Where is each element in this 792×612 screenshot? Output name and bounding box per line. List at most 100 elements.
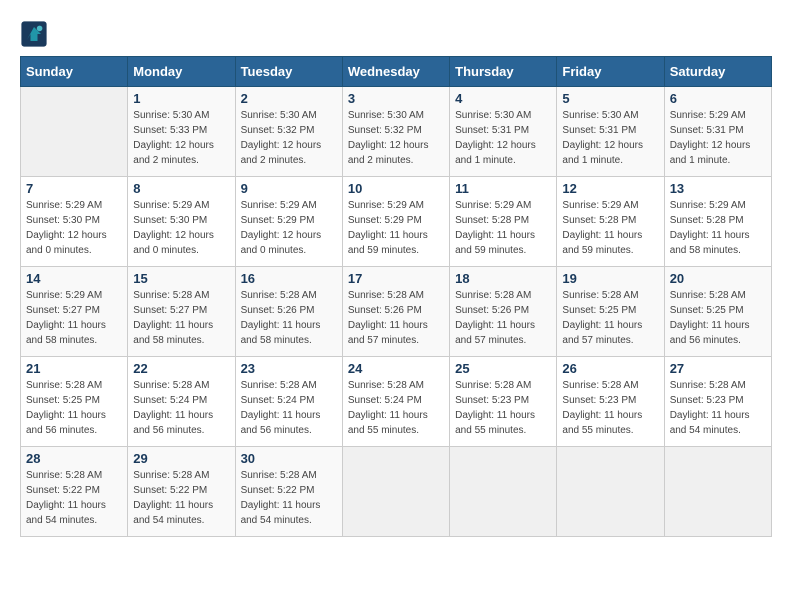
day-number: 14 — [26, 271, 122, 286]
day-info: Sunrise: 5:29 AMSunset: 5:29 PMDaylight:… — [241, 198, 337, 258]
calendar-cell: 30 Sunrise: 5:28 AMSunset: 5:22 PMDayligh… — [235, 447, 342, 537]
day-info: Sunrise: 5:30 AMSunset: 5:32 PMDaylight:… — [241, 108, 337, 168]
day-info: Sunrise: 5:28 AMSunset: 5:26 PMDaylight:… — [348, 288, 444, 348]
day-number: 19 — [562, 271, 658, 286]
day-number: 18 — [455, 271, 551, 286]
day-number: 23 — [241, 361, 337, 376]
day-info: Sunrise: 5:28 AMSunset: 5:22 PMDaylight:… — [133, 468, 229, 528]
day-info: Sunrise: 5:28 AMSunset: 5:25 PMDaylight:… — [562, 288, 658, 348]
day-number: 11 — [455, 181, 551, 196]
day-number: 17 — [348, 271, 444, 286]
day-info: Sunrise: 5:29 AMSunset: 5:27 PMDaylight:… — [26, 288, 122, 348]
header-day: Wednesday — [342, 57, 449, 87]
day-number: 12 — [562, 181, 658, 196]
header-day: Sunday — [21, 57, 128, 87]
day-number: 10 — [348, 181, 444, 196]
calendar-cell: 23 Sunrise: 5:28 AMSunset: 5:24 PMDayligh… — [235, 357, 342, 447]
calendar-cell: 16 Sunrise: 5:28 AMSunset: 5:26 PMDayligh… — [235, 267, 342, 357]
calendar-cell: 25 Sunrise: 5:28 AMSunset: 5:23 PMDayligh… — [450, 357, 557, 447]
day-info: Sunrise: 5:29 AMSunset: 5:30 PMDaylight:… — [26, 198, 122, 258]
day-number: 8 — [133, 181, 229, 196]
header-day: Saturday — [664, 57, 771, 87]
day-info: Sunrise: 5:29 AMSunset: 5:28 PMDaylight:… — [562, 198, 658, 258]
calendar-cell: 8 Sunrise: 5:29 AMSunset: 5:30 PMDaylight… — [128, 177, 235, 267]
day-number: 20 — [670, 271, 766, 286]
day-number: 9 — [241, 181, 337, 196]
day-info: Sunrise: 5:28 AMSunset: 5:22 PMDaylight:… — [26, 468, 122, 528]
day-info: Sunrise: 5:30 AMSunset: 5:31 PMDaylight:… — [455, 108, 551, 168]
calendar-cell: 10 Sunrise: 5:29 AMSunset: 5:29 PMDayligh… — [342, 177, 449, 267]
calendar-week-row: 14 Sunrise: 5:29 AMSunset: 5:27 PMDayligh… — [21, 267, 772, 357]
calendar-cell: 6Sunrise: 5:29 AMSunset: 5:31 PMDaylight… — [664, 87, 771, 177]
calendar-cell: 26 Sunrise: 5:28 AMSunset: 5:23 PMDayligh… — [557, 357, 664, 447]
day-info: Sunrise: 5:28 AMSunset: 5:23 PMDaylight:… — [455, 378, 551, 438]
calendar-cell: 28 Sunrise: 5:28 AMSunset: 5:22 PMDayligh… — [21, 447, 128, 537]
logo — [20, 20, 52, 48]
calendar-week-row: 21 Sunrise: 5:28 AMSunset: 5:25 PMDayligh… — [21, 357, 772, 447]
day-number: 4 — [455, 91, 551, 106]
day-number: 30 — [241, 451, 337, 466]
day-number: 16 — [241, 271, 337, 286]
day-number: 26 — [562, 361, 658, 376]
calendar-cell: 24Sunrise: 5:28 AMSunset: 5:24 PMDayligh… — [342, 357, 449, 447]
day-number: 7 — [26, 181, 122, 196]
day-info: Sunrise: 5:29 AMSunset: 5:28 PMDaylight:… — [455, 198, 551, 258]
calendar-cell: 20 Sunrise: 5:28 AMSunset: 5:25 PMDayligh… — [664, 267, 771, 357]
day-number: 22 — [133, 361, 229, 376]
calendar-cell: 14 Sunrise: 5:29 AMSunset: 5:27 PMDayligh… — [21, 267, 128, 357]
calendar-cell: 15 Sunrise: 5:28 AMSunset: 5:27 PMDayligh… — [128, 267, 235, 357]
header-day: Tuesday — [235, 57, 342, 87]
day-info: Sunrise: 5:28 AMSunset: 5:22 PMDaylight:… — [241, 468, 337, 528]
day-info: Sunrise: 5:29 AMSunset: 5:28 PMDaylight:… — [670, 198, 766, 258]
calendar-cell: 29 Sunrise: 5:28 AMSunset: 5:22 PMDayligh… — [128, 447, 235, 537]
day-number: 1 — [133, 91, 229, 106]
calendar-cell: 2Sunrise: 5:30 AMSunset: 5:32 PMDaylight… — [235, 87, 342, 177]
day-info: Sunrise: 5:28 AMSunset: 5:26 PMDaylight:… — [241, 288, 337, 348]
calendar-cell: 18 Sunrise: 5:28 AMSunset: 5:26 PMDayligh… — [450, 267, 557, 357]
calendar-cell — [21, 87, 128, 177]
day-info: Sunrise: 5:28 AMSunset: 5:23 PMDaylight:… — [670, 378, 766, 438]
calendar-cell: 7 Sunrise: 5:29 AMSunset: 5:30 PMDaylight… — [21, 177, 128, 267]
day-info: Sunrise: 5:28 AMSunset: 5:24 PMDaylight:… — [241, 378, 337, 438]
calendar-cell — [450, 447, 557, 537]
day-number: 27 — [670, 361, 766, 376]
page-header — [20, 20, 772, 48]
calendar-cell: 9 Sunrise: 5:29 AMSunset: 5:29 PMDaylight… — [235, 177, 342, 267]
header-row: SundayMondayTuesdayWednesdayThursdayFrid… — [21, 57, 772, 87]
header-day: Monday — [128, 57, 235, 87]
calendar-cell: 19 Sunrise: 5:28 AMSunset: 5:25 PMDayligh… — [557, 267, 664, 357]
day-info: Sunrise: 5:28 AMSunset: 5:27 PMDaylight:… — [133, 288, 229, 348]
calendar-cell: 1 Sunrise: 5:30 AMSunset: 5:33 PMDaylight… — [128, 87, 235, 177]
calendar-cell: 12 Sunrise: 5:29 AMSunset: 5:28 PMDayligh… — [557, 177, 664, 267]
day-info: Sunrise: 5:30 AMSunset: 5:33 PMDaylight:… — [133, 108, 229, 168]
day-number: 13 — [670, 181, 766, 196]
header-day: Friday — [557, 57, 664, 87]
calendar-cell — [664, 447, 771, 537]
day-info: Sunrise: 5:28 AMSunset: 5:26 PMDaylight:… — [455, 288, 551, 348]
day-number: 29 — [133, 451, 229, 466]
calendar-cell: 21 Sunrise: 5:28 AMSunset: 5:25 PMDayligh… — [21, 357, 128, 447]
day-info: Sunrise: 5:28 AMSunset: 5:25 PMDaylight:… — [26, 378, 122, 438]
calendar-cell: 17 Sunrise: 5:28 AMSunset: 5:26 PMDayligh… — [342, 267, 449, 357]
calendar-cell: 22Sunrise: 5:28 AMSunset: 5:24 PMDayligh… — [128, 357, 235, 447]
day-number: 25 — [455, 361, 551, 376]
calendar-cell: 5 Sunrise: 5:30 AMSunset: 5:31 PMDaylight… — [557, 87, 664, 177]
day-info: Sunrise: 5:29 AMSunset: 5:30 PMDaylight:… — [133, 198, 229, 258]
logo-icon — [20, 20, 48, 48]
day-info: Sunrise: 5:30 AMSunset: 5:32 PMDaylight:… — [348, 108, 444, 168]
calendar-cell: 3Sunrise: 5:30 AMSunset: 5:32 PMDaylight… — [342, 87, 449, 177]
calendar-cell — [342, 447, 449, 537]
day-number: 15 — [133, 271, 229, 286]
day-number: 21 — [26, 361, 122, 376]
calendar-week-row: 7 Sunrise: 5:29 AMSunset: 5:30 PMDaylight… — [21, 177, 772, 267]
calendar-cell: 11 Sunrise: 5:29 AMSunset: 5:28 PMDayligh… — [450, 177, 557, 267]
day-info: Sunrise: 5:28 AMSunset: 5:25 PMDaylight:… — [670, 288, 766, 348]
header-day: Thursday — [450, 57, 557, 87]
day-info: Sunrise: 5:29 AMSunset: 5:29 PMDaylight:… — [348, 198, 444, 258]
day-number: 5 — [562, 91, 658, 106]
calendar-week-row: 1 Sunrise: 5:30 AMSunset: 5:33 PMDaylight… — [21, 87, 772, 177]
day-number: 28 — [26, 451, 122, 466]
day-info: Sunrise: 5:28 AMSunset: 5:23 PMDaylight:… — [562, 378, 658, 438]
calendar-cell: 13 Sunrise: 5:29 AMSunset: 5:28 PMDayligh… — [664, 177, 771, 267]
day-info: Sunrise: 5:30 AMSunset: 5:31 PMDaylight:… — [562, 108, 658, 168]
